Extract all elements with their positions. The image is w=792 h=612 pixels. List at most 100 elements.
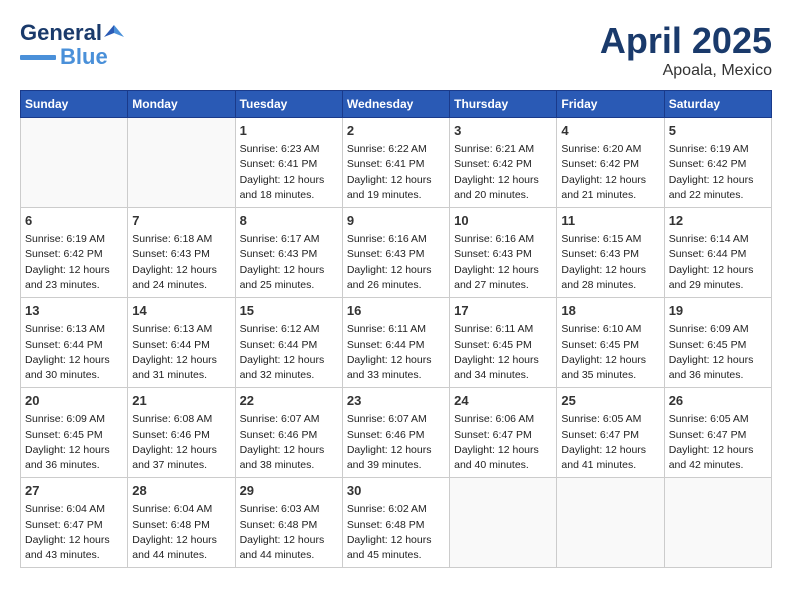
calendar-cell: 22Sunrise: 6:07 AM Sunset: 6:46 PM Dayli… bbox=[235, 388, 342, 478]
calendar-cell: 7 Sunrise: 6:18 AM Sunset: 6:43 PM Daylig… bbox=[128, 208, 235, 298]
header-monday: Monday bbox=[128, 91, 235, 118]
day-info: Sunrise: 6:16 AM Sunset: 6:43 PM Dayligh… bbox=[454, 232, 552, 293]
day-number: 13 bbox=[25, 302, 123, 320]
calendar-cell: 11 Sunrise: 6:15 AM Sunset: 6:43 PM Dayli… bbox=[557, 208, 664, 298]
main-title: April 2025 bbox=[600, 20, 772, 62]
header-thursday: Thursday bbox=[450, 91, 557, 118]
day-info: Sunrise: 6:13 AM Sunset: 6:44 PM Dayligh… bbox=[25, 322, 123, 383]
calendar-cell: 10 Sunrise: 6:16 AM Sunset: 6:43 PM Dayli… bbox=[450, 208, 557, 298]
day-number: 6 bbox=[25, 212, 123, 230]
day-info: Sunrise: 6:11 AM Sunset: 6:44 PM Dayligh… bbox=[347, 322, 445, 383]
calendar-cell: 18Sunrise: 6:10 AM Sunset: 6:45 PM Dayli… bbox=[557, 298, 664, 388]
calendar-cell: 17 Sunrise: 6:11 AM Sunset: 6:45 PM Dayli… bbox=[450, 298, 557, 388]
day-info: Sunrise: 6:08 AM Sunset: 6:46 PM Dayligh… bbox=[132, 412, 230, 473]
calendar-cell: 21 Sunrise: 6:08 AM Sunset: 6:46 PM Dayli… bbox=[128, 388, 235, 478]
calendar-cell: 30Sunrise: 6:02 AM Sunset: 6:48 PM Dayli… bbox=[342, 478, 449, 568]
calendar-cell bbox=[21, 118, 128, 208]
calendar-cell: 19Sunrise: 6:09 AM Sunset: 6:45 PM Dayli… bbox=[664, 298, 771, 388]
calendar-cell: 9Sunrise: 6:16 AM Sunset: 6:43 PM Daylig… bbox=[342, 208, 449, 298]
header-tuesday: Tuesday bbox=[235, 91, 342, 118]
calendar-cell: 5 Sunrise: 6:19 AM Sunset: 6:42 PM Daylig… bbox=[664, 118, 771, 208]
calendar-cell: 26 Sunrise: 6:05 AM Sunset: 6:47 PM Dayli… bbox=[664, 388, 771, 478]
week-row-3: 13 Sunrise: 6:13 AM Sunset: 6:44 PM Dayli… bbox=[21, 298, 772, 388]
calendar-cell: 24 Sunrise: 6:06 AM Sunset: 6:47 PM Dayli… bbox=[450, 388, 557, 478]
day-info: Sunrise: 6:05 AM Sunset: 6:47 PM Dayligh… bbox=[669, 412, 767, 473]
header-saturday: Saturday bbox=[664, 91, 771, 118]
logo-underline bbox=[20, 55, 56, 60]
day-number: 21 bbox=[132, 392, 230, 410]
day-info: Sunrise: 6:20 AM Sunset: 6:42 PM Dayligh… bbox=[561, 142, 659, 203]
calendar-cell: 2 Sunrise: 6:22 AM Sunset: 6:41 PM Daylig… bbox=[342, 118, 449, 208]
logo: General Blue bbox=[20, 20, 124, 70]
header-row: SundayMondayTuesdayWednesdayThursdayFrid… bbox=[21, 91, 772, 118]
calendar-cell: 3 Sunrise: 6:21 AM Sunset: 6:42 PM Daylig… bbox=[450, 118, 557, 208]
day-number: 2 bbox=[347, 122, 445, 140]
day-number: 5 bbox=[669, 122, 767, 140]
day-number: 16 bbox=[347, 302, 445, 320]
calendar-cell: 27Sunrise: 6:04 AM Sunset: 6:47 PM Dayli… bbox=[21, 478, 128, 568]
calendar-cell bbox=[664, 478, 771, 568]
day-info: Sunrise: 6:05 AM Sunset: 6:47 PM Dayligh… bbox=[561, 412, 659, 473]
day-info: Sunrise: 6:19 AM Sunset: 6:42 PM Dayligh… bbox=[669, 142, 767, 203]
day-info: Sunrise: 6:15 AM Sunset: 6:43 PM Dayligh… bbox=[561, 232, 659, 293]
day-info: Sunrise: 6:11 AM Sunset: 6:45 PM Dayligh… bbox=[454, 322, 552, 383]
day-number: 20 bbox=[25, 392, 123, 410]
day-number: 10 bbox=[454, 212, 552, 230]
day-number: 19 bbox=[669, 302, 767, 320]
calendar-cell: 25 Sunrise: 6:05 AM Sunset: 6:47 PM Dayli… bbox=[557, 388, 664, 478]
title-block: April 2025 Apoala, Mexico bbox=[600, 20, 772, 80]
day-number: 22 bbox=[240, 392, 338, 410]
day-number: 26 bbox=[669, 392, 767, 410]
day-info: Sunrise: 6:22 AM Sunset: 6:41 PM Dayligh… bbox=[347, 142, 445, 203]
header-friday: Friday bbox=[557, 91, 664, 118]
day-info: Sunrise: 6:07 AM Sunset: 6:46 PM Dayligh… bbox=[347, 412, 445, 473]
calendar-cell bbox=[128, 118, 235, 208]
day-number: 14 bbox=[132, 302, 230, 320]
day-number: 27 bbox=[25, 482, 123, 500]
day-number: 30 bbox=[347, 482, 445, 500]
page-header: General Blue April 2025 Apoala, Mexico bbox=[20, 20, 772, 80]
day-number: 3 bbox=[454, 122, 552, 140]
calendar-header: SundayMondayTuesdayWednesdayThursdayFrid… bbox=[21, 91, 772, 118]
day-number: 12 bbox=[669, 212, 767, 230]
calendar-table: SundayMondayTuesdayWednesdayThursdayFrid… bbox=[20, 90, 772, 568]
day-number: 7 bbox=[132, 212, 230, 230]
calendar-cell: 16 Sunrise: 6:11 AM Sunset: 6:44 PM Dayli… bbox=[342, 298, 449, 388]
calendar-body: 1Sunrise: 6:23 AM Sunset: 6:41 PM Daylig… bbox=[21, 118, 772, 568]
day-info: Sunrise: 6:18 AM Sunset: 6:43 PM Dayligh… bbox=[132, 232, 230, 293]
calendar-cell: 29 Sunrise: 6:03 AM Sunset: 6:48 PM Dayli… bbox=[235, 478, 342, 568]
day-info: Sunrise: 6:12 AM Sunset: 6:44 PM Dayligh… bbox=[240, 322, 338, 383]
calendar-cell bbox=[450, 478, 557, 568]
calendar-cell: 23Sunrise: 6:07 AM Sunset: 6:46 PM Dayli… bbox=[342, 388, 449, 478]
day-info: Sunrise: 6:09 AM Sunset: 6:45 PM Dayligh… bbox=[25, 412, 123, 473]
day-number: 28 bbox=[132, 482, 230, 500]
week-row-4: 20 Sunrise: 6:09 AM Sunset: 6:45 PM Dayli… bbox=[21, 388, 772, 478]
calendar-cell: 28 Sunrise: 6:04 AM Sunset: 6:48 PM Dayli… bbox=[128, 478, 235, 568]
calendar-cell: 4Sunrise: 6:20 AM Sunset: 6:42 PM Daylig… bbox=[557, 118, 664, 208]
day-number: 18 bbox=[561, 302, 659, 320]
day-info: Sunrise: 6:16 AM Sunset: 6:43 PM Dayligh… bbox=[347, 232, 445, 293]
day-number: 29 bbox=[240, 482, 338, 500]
day-info: Sunrise: 6:13 AM Sunset: 6:44 PM Dayligh… bbox=[132, 322, 230, 383]
day-info: Sunrise: 6:04 AM Sunset: 6:48 PM Dayligh… bbox=[132, 502, 230, 563]
header-wednesday: Wednesday bbox=[342, 91, 449, 118]
day-number: 17 bbox=[454, 302, 552, 320]
calendar-cell: 6 Sunrise: 6:19 AM Sunset: 6:42 PM Daylig… bbox=[21, 208, 128, 298]
day-info: Sunrise: 6:21 AM Sunset: 6:42 PM Dayligh… bbox=[454, 142, 552, 203]
calendar-cell: 13 Sunrise: 6:13 AM Sunset: 6:44 PM Dayli… bbox=[21, 298, 128, 388]
calendar-cell: 8Sunrise: 6:17 AM Sunset: 6:43 PM Daylig… bbox=[235, 208, 342, 298]
day-number: 1 bbox=[240, 122, 338, 140]
calendar-cell: 14 Sunrise: 6:13 AM Sunset: 6:44 PM Dayli… bbox=[128, 298, 235, 388]
day-number: 11 bbox=[561, 212, 659, 230]
day-number: 24 bbox=[454, 392, 552, 410]
logo-bird-icon bbox=[104, 23, 124, 43]
calendar-cell: 12 Sunrise: 6:14 AM Sunset: 6:44 PM Dayli… bbox=[664, 208, 771, 298]
day-info: Sunrise: 6:03 AM Sunset: 6:48 PM Dayligh… bbox=[240, 502, 338, 563]
day-info: Sunrise: 6:19 AM Sunset: 6:42 PM Dayligh… bbox=[25, 232, 123, 293]
day-number: 25 bbox=[561, 392, 659, 410]
week-row-1: 1Sunrise: 6:23 AM Sunset: 6:41 PM Daylig… bbox=[21, 118, 772, 208]
subtitle: Apoala, Mexico bbox=[600, 62, 772, 80]
day-info: Sunrise: 6:06 AM Sunset: 6:47 PM Dayligh… bbox=[454, 412, 552, 473]
day-info: Sunrise: 6:14 AM Sunset: 6:44 PM Dayligh… bbox=[669, 232, 767, 293]
calendar-cell: 15Sunrise: 6:12 AM Sunset: 6:44 PM Dayli… bbox=[235, 298, 342, 388]
